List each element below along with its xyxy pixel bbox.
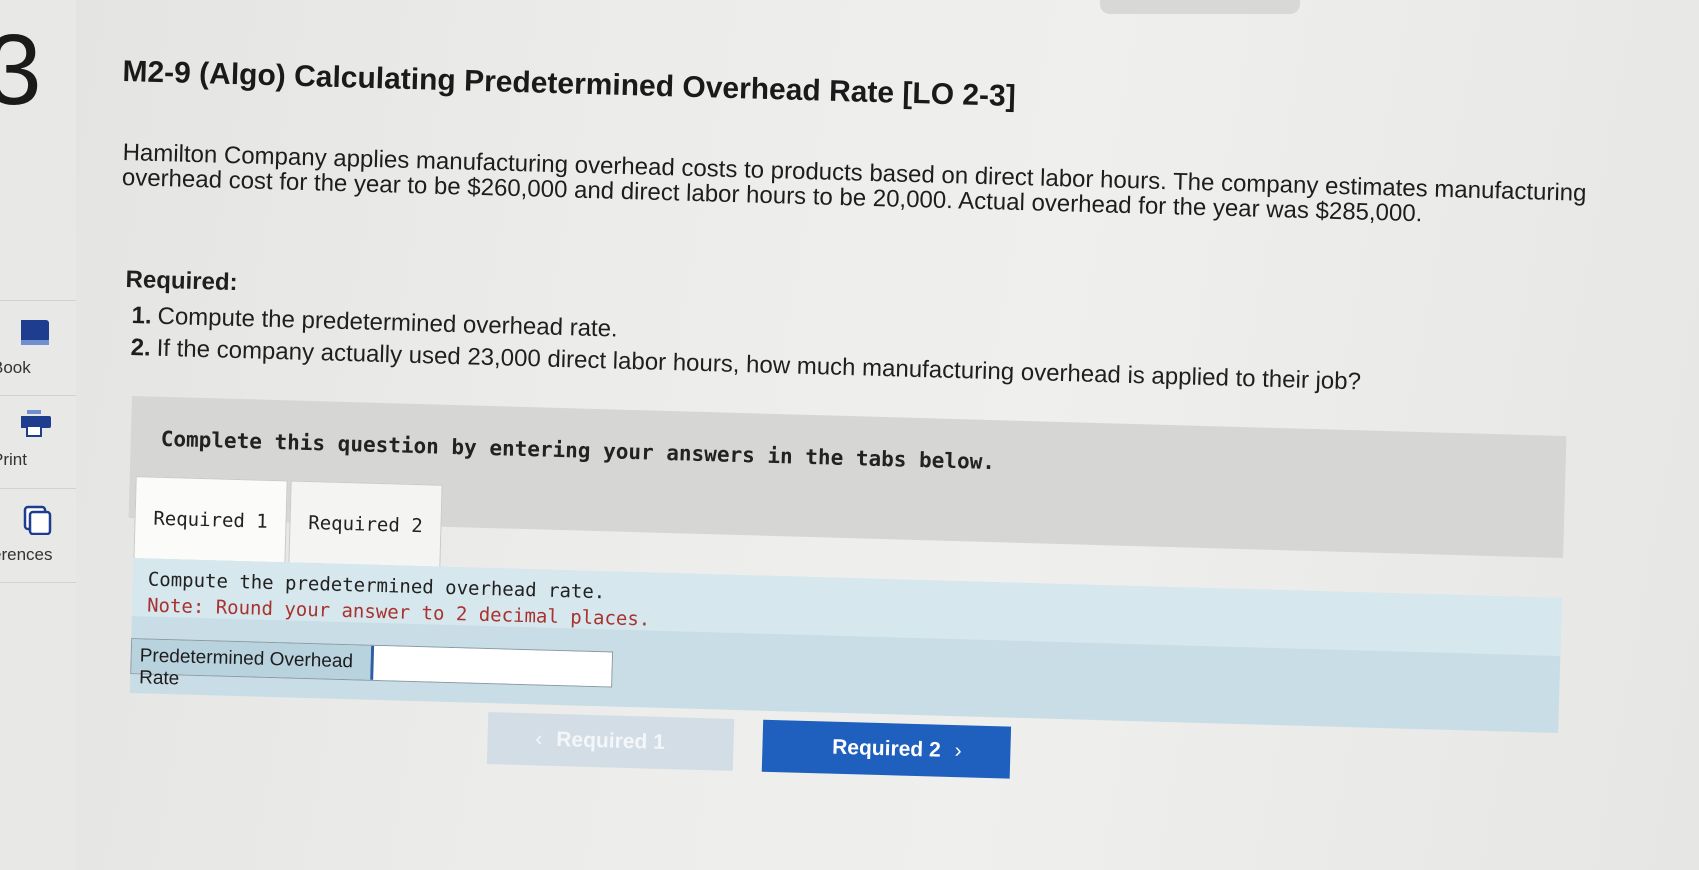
references-icon bbox=[23, 505, 52, 535]
question-paragraph: Hamilton Company applies manufacturing o… bbox=[121, 139, 1587, 228]
requirement-number: 2. bbox=[130, 333, 152, 362]
chevron-right-icon: › bbox=[954, 739, 963, 763]
sidebar: 3 Book Print erences bbox=[0, 0, 76, 870]
sidebar-item-label: Book bbox=[0, 358, 31, 377]
book-icon bbox=[21, 320, 49, 345]
requirement-number: 1. bbox=[131, 301, 152, 330]
requirements-list: 1. Compute the predetermined overhead rat… bbox=[130, 300, 1551, 404]
tab-required-2[interactable]: Required 2 bbox=[288, 480, 443, 567]
answer-panel: Complete this question by entering your … bbox=[121, 396, 1567, 816]
sidebar-divider bbox=[0, 488, 76, 489]
question-number: 3 bbox=[0, 14, 42, 126]
print-icon bbox=[21, 410, 51, 437]
question-title: M2-9 (Algo) Calculating Predetermined Ov… bbox=[122, 55, 1017, 113]
predetermined-overhead-rate-input[interactable] bbox=[370, 645, 613, 687]
sidebar-item-label: erences bbox=[0, 545, 53, 564]
previous-required-button: ‹ Required 1 › bbox=[486, 712, 735, 771]
tab-required-1[interactable]: Required 1 bbox=[133, 476, 288, 563]
next-button-label: Required 2 bbox=[831, 735, 942, 762]
sidebar-divider bbox=[0, 582, 76, 583]
sidebar-item-print[interactable]: Print bbox=[0, 410, 76, 470]
previous-button-label: Required 1 bbox=[555, 727, 666, 755]
chevron-left-icon: ‹ bbox=[534, 727, 543, 751]
sidebar-item-label: Print bbox=[0, 450, 27, 469]
required-header: Required: bbox=[125, 266, 238, 297]
top-edge-shadow bbox=[1100, 0, 1300, 14]
next-required-button[interactable]: ‹ Required 2 › bbox=[761, 719, 1012, 779]
tab-content: Compute the predetermined overhead rate.… bbox=[129, 558, 1562, 733]
sidebar-item-book[interactable]: Book bbox=[0, 318, 76, 378]
answer-label: Predetermined Overhead Rate bbox=[131, 639, 372, 689]
answer-row: Predetermined Overhead Rate bbox=[130, 638, 614, 689]
sidebar-divider bbox=[0, 395, 76, 396]
sidebar-divider bbox=[0, 300, 76, 301]
instruction-text: Complete this question by entering your … bbox=[160, 426, 996, 475]
sidebar-item-references[interactable]: erences bbox=[0, 505, 76, 565]
